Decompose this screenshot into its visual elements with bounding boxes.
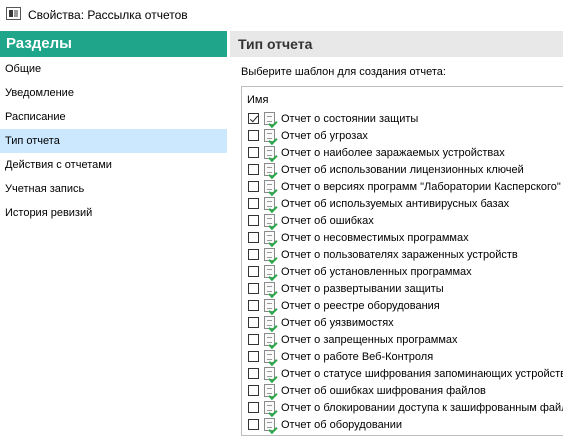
report-document-icon — [264, 163, 275, 176]
report-name: Отчет о состоянии защиты — [281, 113, 419, 125]
list-item[interactable]: Отчет об ошибках шифрования файлов — [242, 383, 563, 400]
report-document-icon — [264, 299, 275, 312]
report-checkbox[interactable] — [248, 334, 259, 345]
report-checkbox[interactable] — [248, 368, 259, 379]
report-document-icon — [264, 282, 275, 295]
list-item[interactable]: Отчет о статусе шифрования запоминающих … — [242, 366, 563, 383]
report-name: Отчет об ошибках — [281, 215, 374, 227]
report-checkbox[interactable] — [248, 130, 259, 141]
report-name: Отчет об угрозах — [281, 130, 368, 142]
list-item[interactable]: Отчет об установленных программах — [242, 264, 563, 281]
report-checkbox[interactable] — [248, 232, 259, 243]
section-title: Тип отчета — [238, 36, 313, 52]
report-name: Отчет об уязвимостях — [281, 317, 394, 329]
report-rows: Отчет о состоянии защиты Отчет об угрозах… — [242, 111, 563, 434]
report-checkbox[interactable] — [248, 181, 259, 192]
report-name: Отчет об ошибках шифрования файлов — [281, 385, 486, 397]
section-header: Тип отчета — [230, 31, 563, 57]
report-name: Отчет о развертывании защиты — [281, 283, 444, 295]
report-document-icon — [264, 367, 275, 380]
report-document-icon — [264, 146, 275, 159]
report-checkbox[interactable] — [248, 164, 259, 175]
list-item[interactable]: Отчет о пользователях зараженных устройс… — [242, 247, 563, 264]
sidebar-item[interactable]: Расписание — [0, 105, 227, 129]
report-document-icon — [264, 333, 275, 346]
sidebar-item[interactable]: История ревизий — [0, 201, 227, 225]
report-name: Отчет о наиболее заражаемых устройствах — [281, 147, 505, 159]
list-item[interactable]: Отчет о наиболее заражаемых устройствах — [242, 145, 563, 162]
report-document-icon — [264, 248, 275, 261]
title-bar: Свойства: Рассылка отчетов — [0, 0, 563, 30]
list-item[interactable]: Отчет о несовместимых программах — [242, 230, 563, 247]
report-checkbox[interactable] — [248, 198, 259, 209]
report-checkbox[interactable] — [248, 113, 259, 124]
report-document-icon — [264, 401, 275, 414]
list-item[interactable]: Отчет об используемых антивирусных базах — [242, 196, 563, 213]
report-document-icon — [264, 197, 275, 210]
report-document-icon — [264, 384, 275, 397]
report-checkbox[interactable] — [248, 300, 259, 311]
list-item[interactable]: Отчет о версиях программ "Лаборатории Ка… — [242, 179, 563, 196]
report-name: Отчет об используемых антивирусных базах — [281, 198, 510, 210]
report-document-icon — [264, 316, 275, 329]
template-prompt: Выберите шаблон для создания отчета: — [241, 66, 446, 78]
sidebar-item[interactable]: Уведомление — [0, 81, 227, 105]
list-item[interactable]: Отчет о блокировании доступа к зашифрова… — [242, 400, 563, 417]
window-icon — [6, 7, 21, 20]
report-document-icon — [264, 265, 275, 278]
report-name: Отчет об установленных программах — [281, 266, 472, 278]
report-name: Отчет о запрещенных программах — [281, 334, 458, 346]
sidebar-item[interactable]: Тип отчета — [0, 129, 227, 153]
report-checkbox[interactable] — [248, 147, 259, 158]
report-name: Отчет об оборудовании — [281, 419, 403, 431]
list-item[interactable]: Отчет о состоянии защиты — [242, 111, 563, 128]
sidebar-item[interactable]: Действия с отчетами — [0, 153, 227, 177]
list-item[interactable]: Отчет о реестре оборудования — [242, 298, 563, 315]
list-item[interactable]: Отчет об уязвимостях — [242, 315, 563, 332]
report-document-icon — [264, 418, 275, 431]
sidebar-item[interactable]: Общие — [0, 57, 227, 81]
report-name: Отчет о реестре оборудования — [281, 300, 440, 312]
report-document-icon — [264, 214, 275, 227]
report-name: Отчет о несовместимых программах — [281, 232, 469, 244]
list-item[interactable]: Отчет о работе Веб-Контроля — [242, 349, 563, 366]
report-checkbox[interactable] — [248, 215, 259, 226]
list-item[interactable]: Отчет об ошибках — [242, 213, 563, 230]
window-title: Свойства: Рассылка отчетов — [28, 8, 188, 22]
report-name: Отчет о блокировании доступа к зашифрова… — [281, 402, 563, 414]
sidebar-list: Общие Уведомление Расписание Тип отчета Дейс… — [0, 57, 227, 225]
report-checkbox[interactable] — [248, 249, 259, 260]
report-document-icon — [264, 112, 275, 125]
sidebar-header-label: Разделы — [6, 35, 72, 52]
report-checkbox[interactable] — [248, 385, 259, 396]
sidebar-item[interactable]: Учетная запись — [0, 177, 227, 201]
report-checkbox[interactable] — [248, 266, 259, 277]
report-checkbox[interactable] — [248, 351, 259, 362]
list-column-header[interactable]: Имя — [242, 87, 563, 109]
report-checkbox[interactable] — [248, 283, 259, 294]
report-document-icon — [264, 350, 275, 363]
report-name: Отчет о работе Веб-Контроля — [281, 351, 434, 363]
report-name: Отчет о статусе шифрования запоминающих … — [281, 368, 563, 380]
report-checkbox[interactable] — [248, 402, 259, 413]
list-item[interactable]: Отчет о запрещенных программах — [242, 332, 563, 349]
report-document-icon — [264, 231, 275, 244]
report-name: Отчет о пользователях зараженных устройс… — [281, 249, 518, 261]
sidebar-header: Разделы — [0, 31, 227, 57]
list-item[interactable]: Отчет об использовании лицензионных ключ… — [242, 162, 563, 179]
report-document-icon — [264, 129, 275, 142]
report-document-icon — [264, 180, 275, 193]
list-item[interactable]: Отчет о развертывании защиты — [242, 281, 563, 298]
list-item[interactable]: Отчет об угрозах — [242, 128, 563, 145]
column-header-name: Имя — [247, 94, 269, 106]
report-checkbox[interactable] — [248, 317, 259, 328]
report-name: Отчет об использовании лицензионных ключ… — [281, 164, 524, 176]
report-name: Отчет о версиях программ "Лаборатории Ка… — [281, 181, 561, 193]
report-checkbox[interactable] — [248, 419, 259, 430]
report-template-list[interactable]: Имя Отчет о состоянии защиты Отчет об угр… — [241, 86, 563, 436]
